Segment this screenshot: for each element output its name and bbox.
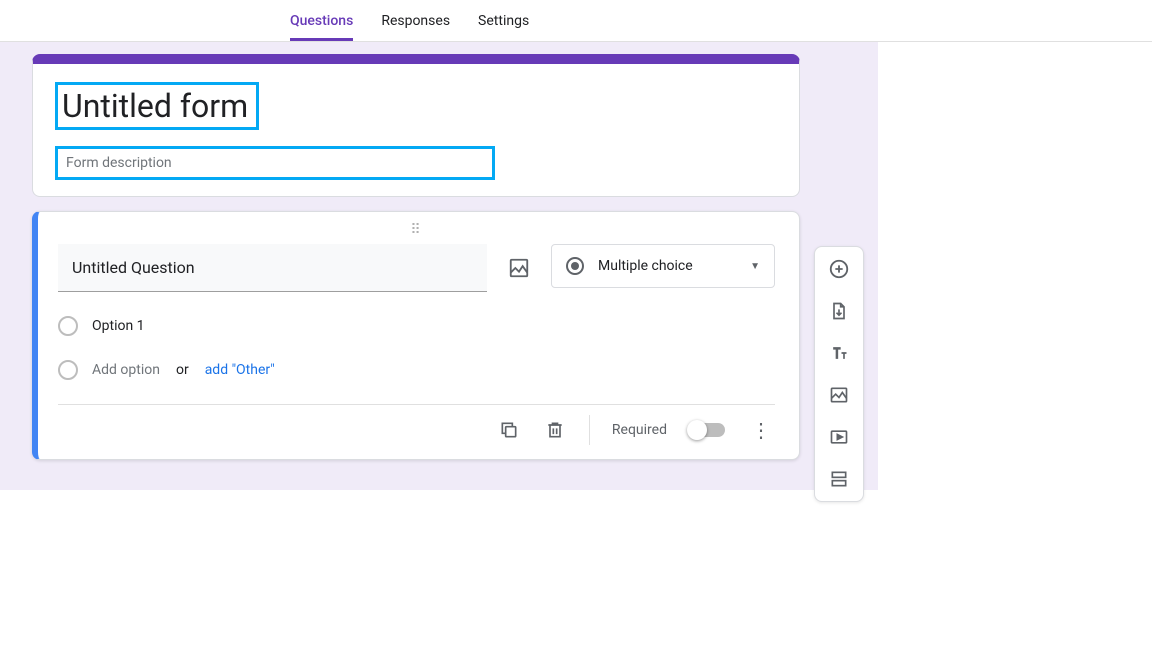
form-header-card: Untitled form Form description bbox=[32, 54, 800, 197]
option-row: Option 1 bbox=[58, 316, 775, 336]
form-description-highlight: Form description bbox=[55, 146, 495, 180]
tab-responses[interactable]: Responses bbox=[381, 13, 450, 41]
required-label: Required bbox=[612, 422, 667, 438]
form-description-input[interactable]: Form description bbox=[66, 155, 484, 171]
dropdown-arrow-icon: ▼ bbox=[750, 261, 760, 272]
question-row: Multiple choice ▼ bbox=[58, 244, 775, 292]
option-radio-icon bbox=[58, 316, 78, 336]
add-question-icon[interactable] bbox=[827, 257, 851, 281]
workspace: Untitled form Form description ⠿ Multipl… bbox=[0, 42, 878, 490]
add-option-button[interactable]: Add option bbox=[92, 362, 160, 378]
form-title-input[interactable]: Untitled form bbox=[62, 87, 248, 125]
side-toolbar bbox=[814, 246, 864, 502]
option-radio-icon bbox=[58, 360, 78, 380]
question-type-dropdown[interactable]: Multiple choice ▼ bbox=[551, 244, 775, 288]
options-list: Option 1 Add option or add "Other" bbox=[58, 316, 775, 380]
add-section-icon[interactable] bbox=[827, 467, 851, 491]
add-other-button[interactable]: add "Other" bbox=[205, 362, 275, 378]
add-option-row: Add option or add "Other" bbox=[58, 360, 775, 380]
question-card: ⠿ Multiple choice ▼ Option 1 Add option … bbox=[32, 211, 800, 460]
tab-bar: Questions Responses Settings bbox=[0, 0, 1152, 42]
import-questions-icon[interactable] bbox=[827, 299, 851, 323]
add-title-icon[interactable] bbox=[827, 341, 851, 365]
tab-questions[interactable]: Questions bbox=[290, 13, 353, 41]
add-video-icon[interactable] bbox=[827, 425, 851, 449]
question-type-label: Multiple choice bbox=[598, 258, 736, 274]
form-title-highlight: Untitled form bbox=[55, 82, 259, 130]
tab-settings[interactable]: Settings bbox=[478, 13, 529, 41]
required-toggle[interactable] bbox=[689, 423, 725, 437]
delete-icon[interactable] bbox=[543, 418, 567, 442]
duplicate-icon[interactable] bbox=[497, 418, 521, 442]
radio-icon bbox=[566, 257, 584, 275]
divider bbox=[589, 415, 590, 445]
add-image-icon[interactable] bbox=[507, 256, 531, 280]
question-text-input[interactable] bbox=[58, 244, 487, 292]
or-label: or bbox=[176, 362, 189, 378]
add-image-icon[interactable] bbox=[827, 383, 851, 407]
option-text-input[interactable]: Option 1 bbox=[92, 318, 145, 334]
more-options-icon[interactable]: ⋮ bbox=[747, 418, 775, 442]
question-footer: Required ⋮ bbox=[58, 404, 775, 455]
drag-handle-icon[interactable]: ⠿ bbox=[58, 222, 775, 238]
